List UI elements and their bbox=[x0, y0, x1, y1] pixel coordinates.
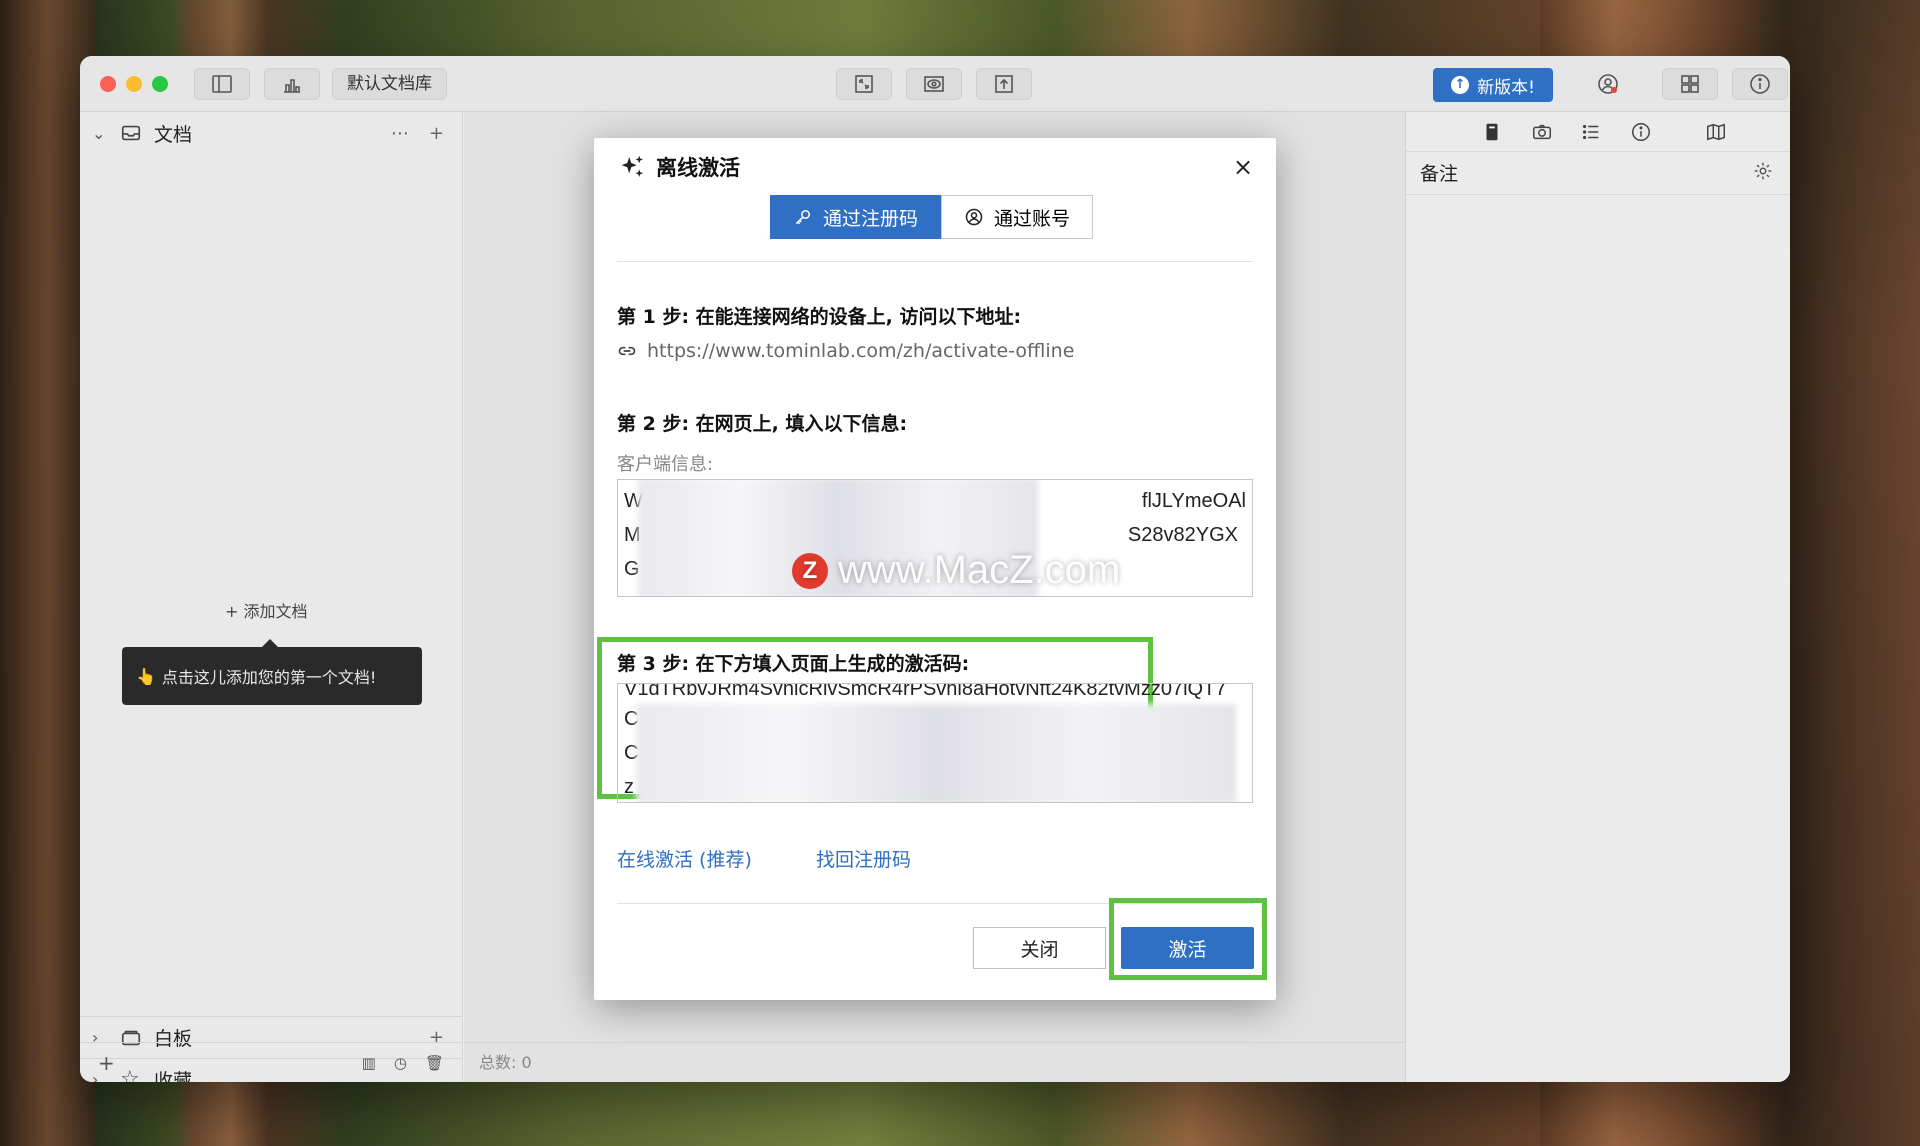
retrieve-code-link[interactable]: 找回注册码 bbox=[816, 845, 911, 872]
stats-icon[interactable]: ▥ bbox=[362, 1054, 376, 1072]
client-info-label: 客户端信息: bbox=[617, 454, 714, 475]
new-version-button[interactable]: ↑ 新版本! bbox=[1433, 68, 1553, 102]
tooltip-text: 点击这儿添加您的第一个文档! bbox=[161, 668, 377, 687]
activation-url-link[interactable]: https://www.tominlab.com/zh/activate-off… bbox=[617, 340, 1074, 362]
link-icon bbox=[618, 346, 636, 356]
dialog-title: 离线激活 bbox=[618, 152, 740, 182]
notes-title: 备注 bbox=[1420, 163, 1459, 185]
watermark-text: www.MacZ.com bbox=[838, 548, 1121, 592]
key-icon bbox=[795, 210, 810, 225]
close-window-button[interactable] bbox=[100, 76, 116, 92]
user-icon bbox=[1598, 74, 1618, 94]
tab-account[interactable]: 通过账号 bbox=[941, 195, 1094, 239]
activation-code-field[interactable]: V1dTRbvJRm4SvhlcRlvSmcR4rPSvhl8aHotvNft2… bbox=[617, 683, 1253, 803]
sidebar-footer: + ▥ ◷ 🗑 bbox=[80, 1042, 462, 1082]
total-count: 总数: 0 bbox=[464, 1042, 1405, 1082]
inbox-icon bbox=[120, 122, 142, 144]
online-activation-link[interactable]: 在线激活 (推荐) bbox=[617, 845, 752, 872]
bar-chart-icon bbox=[284, 79, 300, 93]
divider bbox=[617, 261, 1253, 262]
account-button[interactable] bbox=[1580, 68, 1636, 100]
activation-line: V1dTRbvJRm4SvhlcRlvSmcR4rPSvhl8aHotvNft2… bbox=[624, 683, 1227, 700]
zoom-window-button[interactable] bbox=[152, 76, 168, 92]
gear-icon[interactable] bbox=[1752, 160, 1774, 182]
info-icon[interactable] bbox=[1630, 121, 1652, 143]
arrow-up-icon: ↑ bbox=[1451, 76, 1470, 94]
preview-button[interactable] bbox=[906, 68, 962, 100]
add-icon[interactable]: + bbox=[98, 1051, 115, 1075]
activation-url: https://www.tominlab.com/zh/activate-off… bbox=[647, 340, 1075, 362]
list-icon[interactable] bbox=[1580, 121, 1602, 143]
tab-label: 通过账号 bbox=[994, 207, 1071, 230]
library-selector[interactable]: 默认文档库 bbox=[332, 68, 447, 100]
more-icon[interactable]: ⋯ bbox=[391, 123, 409, 144]
expand-icon bbox=[855, 75, 873, 93]
close-icon[interactable]: × bbox=[1228, 152, 1258, 182]
minimize-window-button[interactable] bbox=[126, 76, 142, 92]
chevron-down-icon[interactable]: ⌄ bbox=[92, 124, 108, 143]
client-info-line-end: S28v82YGX bbox=[1127, 524, 1238, 546]
toggle-sidebar-button[interactable] bbox=[194, 68, 250, 100]
pointing-hand-icon: 👆 bbox=[136, 666, 156, 686]
sidebar: ⌄ 文档 ⋯ + + 添加文档 👆 点击这儿添加您的第一个文档! › 白板 + … bbox=[80, 112, 463, 1082]
activation-method-tabs: 通过注册码 通过账号 bbox=[770, 195, 1094, 239]
inspector-tabs bbox=[1406, 112, 1790, 152]
layout-button[interactable] bbox=[1662, 68, 1718, 100]
eye-icon bbox=[924, 76, 944, 92]
camera-icon[interactable] bbox=[1531, 121, 1553, 143]
divider bbox=[1406, 194, 1790, 195]
sparkle-icon bbox=[621, 155, 643, 177]
titlebar: 默认文档库 ↑ 新版本! bbox=[80, 56, 1790, 112]
dialog-title-text: 离线激活 bbox=[656, 156, 740, 180]
user-circle-icon bbox=[965, 208, 983, 226]
inspector-panel: 备注 bbox=[1405, 112, 1790, 1082]
watermark-badge: Z bbox=[792, 552, 828, 589]
trash-icon[interactable]: 🗑 bbox=[425, 1054, 444, 1072]
step-3-heading: 第 3 步: 在下方填入页面上生成的激活码: bbox=[617, 653, 970, 675]
export-button[interactable] bbox=[976, 68, 1032, 100]
client-info-line-end: flJLYmeOAl bbox=[1141, 490, 1246, 512]
info-icon bbox=[1750, 74, 1770, 94]
info-button[interactable] bbox=[1732, 68, 1788, 100]
grid-icon bbox=[1681, 75, 1699, 93]
activate-button[interactable]: 激活 bbox=[1121, 927, 1254, 969]
onboarding-tooltip: 👆 点击这儿添加您的第一个文档! bbox=[122, 639, 422, 705]
redaction-blur bbox=[636, 704, 1236, 802]
new-version-label: 新版本! bbox=[1477, 77, 1535, 98]
watermark: Z www.MacZ.com bbox=[792, 548, 1120, 593]
sidebar-section-docs[interactable]: ⌄ 文档 ⋯ + bbox=[80, 112, 462, 154]
step-1-heading: 第 1 步: 在能连接网络的设备上, 访问以下地址: bbox=[617, 306, 1022, 328]
docs-label: 文档 bbox=[154, 123, 193, 146]
offline-activation-dialog: 离线激活 × 通过注册码 通过账号 第 1 步: 在能连接网络的设备上, 访问以… bbox=[594, 138, 1276, 1000]
close-button[interactable]: 关闭 bbox=[973, 927, 1106, 969]
step-2-heading: 第 2 步: 在网页上, 填入以下信息: bbox=[617, 413, 908, 435]
fullscreen-button[interactable] bbox=[836, 68, 892, 100]
library-stats-button[interactable] bbox=[264, 68, 320, 100]
map-icon[interactable] bbox=[1705, 121, 1727, 143]
add-icon[interactable]: + bbox=[429, 123, 444, 144]
clock-icon[interactable]: ◷ bbox=[394, 1054, 407, 1072]
tab-label: 通过注册码 bbox=[823, 207, 919, 230]
add-document-link[interactable]: + 添加文档 bbox=[225, 598, 308, 622]
share-icon bbox=[995, 75, 1013, 93]
notebook-icon[interactable] bbox=[1481, 121, 1503, 143]
sidebar-icon bbox=[212, 75, 232, 93]
tab-registration-code[interactable]: 通过注册码 bbox=[770, 195, 942, 239]
